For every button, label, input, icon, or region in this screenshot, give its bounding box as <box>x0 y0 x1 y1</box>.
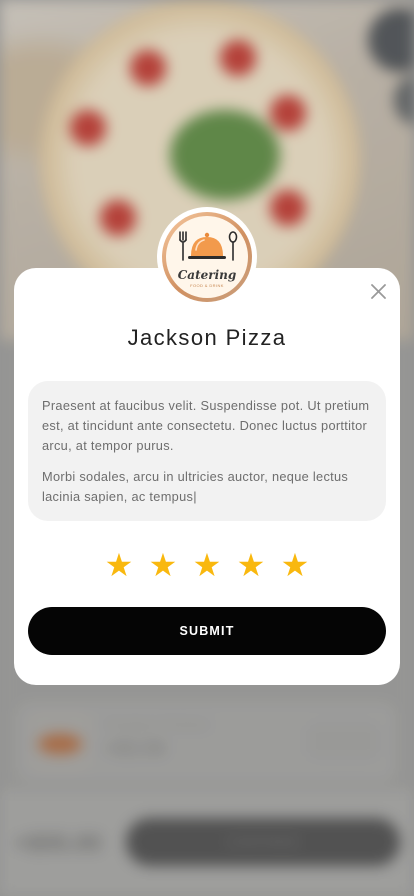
logo-badge: Catering FOOD & DRINK <box>166 216 248 298</box>
review-textarea[interactable]: Praesent at faucibus velit. Suspendisse … <box>28 381 386 521</box>
star-icon[interactable]: ★ <box>192 548 222 582</box>
star-rating: ★ ★ ★ ★ ★ <box>104 548 310 582</box>
restaurant-logo: Catering FOOD & DRINK <box>162 212 252 302</box>
logo-subtitle: FOOD & DRINK <box>190 283 224 288</box>
review-paragraph: Morbi sodales, arcu in ultricies auctor,… <box>42 469 349 504</box>
review-paragraph: Praesent at faucibus velit. Suspendisse … <box>42 398 370 453</box>
close-icon <box>371 284 386 299</box>
close-button[interactable] <box>366 279 390 303</box>
logo-title: Catering <box>177 268 237 282</box>
star-icon[interactable]: ★ <box>236 548 266 582</box>
restaurant-name: Jackson Pizza <box>127 325 287 350</box>
star-icon[interactable]: ★ <box>104 548 134 582</box>
submit-button[interactable]: SUBMIT <box>28 607 386 655</box>
star-icon[interactable]: ★ <box>280 548 310 582</box>
star-icon[interactable]: ★ <box>148 548 178 582</box>
